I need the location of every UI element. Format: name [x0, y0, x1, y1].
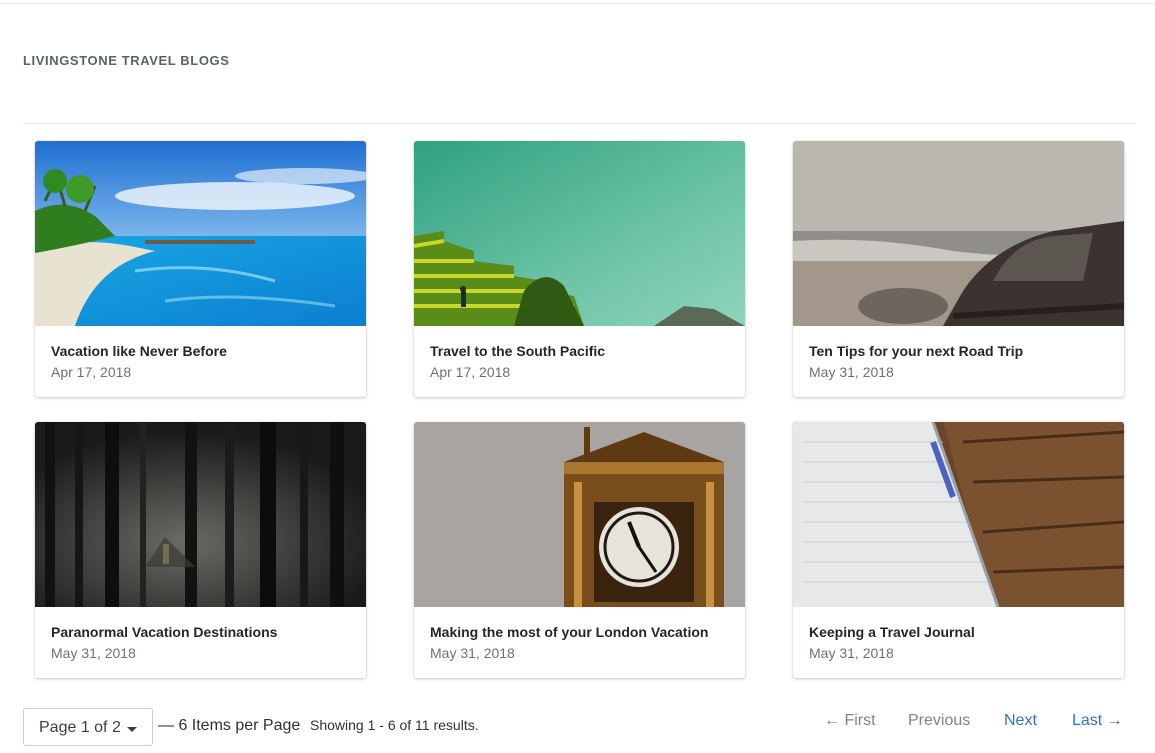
blog-card[interactable]: Making the most of your London Vacation … — [414, 422, 745, 678]
items-per-page-label: — 6 Items per Page — [158, 717, 301, 734]
top-divider — [0, 3, 1155, 4]
card-image-road-trip — [793, 141, 1124, 326]
card-title[interactable]: Vacation like Never Before — [51, 343, 227, 359]
blog-card[interactable]: Keeping a Travel Journal May 31, 2018 — [793, 422, 1124, 678]
card-date: May 31, 2018 — [430, 645, 515, 661]
blog-card[interactable]: Ten Tips for your next Road Trip May 31,… — [793, 141, 1124, 397]
caret-down-icon — [127, 727, 137, 732]
card-image-journal — [793, 422, 1124, 607]
card-date: May 31, 2018 — [51, 645, 136, 661]
card-image-clock-tower — [414, 422, 745, 607]
card-title[interactable]: Ten Tips for your next Road Trip — [809, 343, 1023, 359]
page-select[interactable]: Page 1 of 2 — [23, 708, 153, 746]
page-title: LIVINGSTONE TRAVEL BLOGS — [23, 53, 230, 68]
blog-card[interactable]: Paranormal Vacation Destinations May 31,… — [35, 422, 366, 678]
card-title[interactable]: Making the most of your London Vacation — [430, 624, 708, 640]
blog-card[interactable]: Vacation like Never Before Apr 17, 2018 — [35, 141, 366, 397]
card-date: May 31, 2018 — [809, 364, 894, 380]
first-page-link[interactable]: ← First — [824, 712, 876, 730]
card-image-terraces — [414, 141, 745, 326]
page-select-label: Page 1 of 2 — [39, 719, 121, 736]
card-date: Apr 17, 2018 — [430, 364, 511, 380]
card-date: Apr 17, 2018 — [51, 364, 132, 380]
card-title[interactable]: Keeping a Travel Journal — [809, 624, 975, 640]
previous-page-link[interactable]: Previous — [908, 712, 970, 730]
last-page-link[interactable]: Last → — [1072, 712, 1123, 730]
card-title[interactable]: Paranormal Vacation Destinations — [51, 624, 277, 640]
blog-card[interactable]: Travel to the South Pacific Apr 17, 2018 — [414, 141, 745, 397]
card-image-beach — [35, 141, 366, 326]
card-image-forest — [35, 422, 366, 607]
card-date: May 31, 2018 — [809, 645, 894, 661]
header-divider — [23, 123, 1136, 124]
next-page-link[interactable]: Next — [1004, 712, 1037, 730]
card-title[interactable]: Travel to the South Pacific — [430, 343, 605, 359]
results-count: Showing 1 - 6 of 11 results. — [310, 717, 479, 733]
